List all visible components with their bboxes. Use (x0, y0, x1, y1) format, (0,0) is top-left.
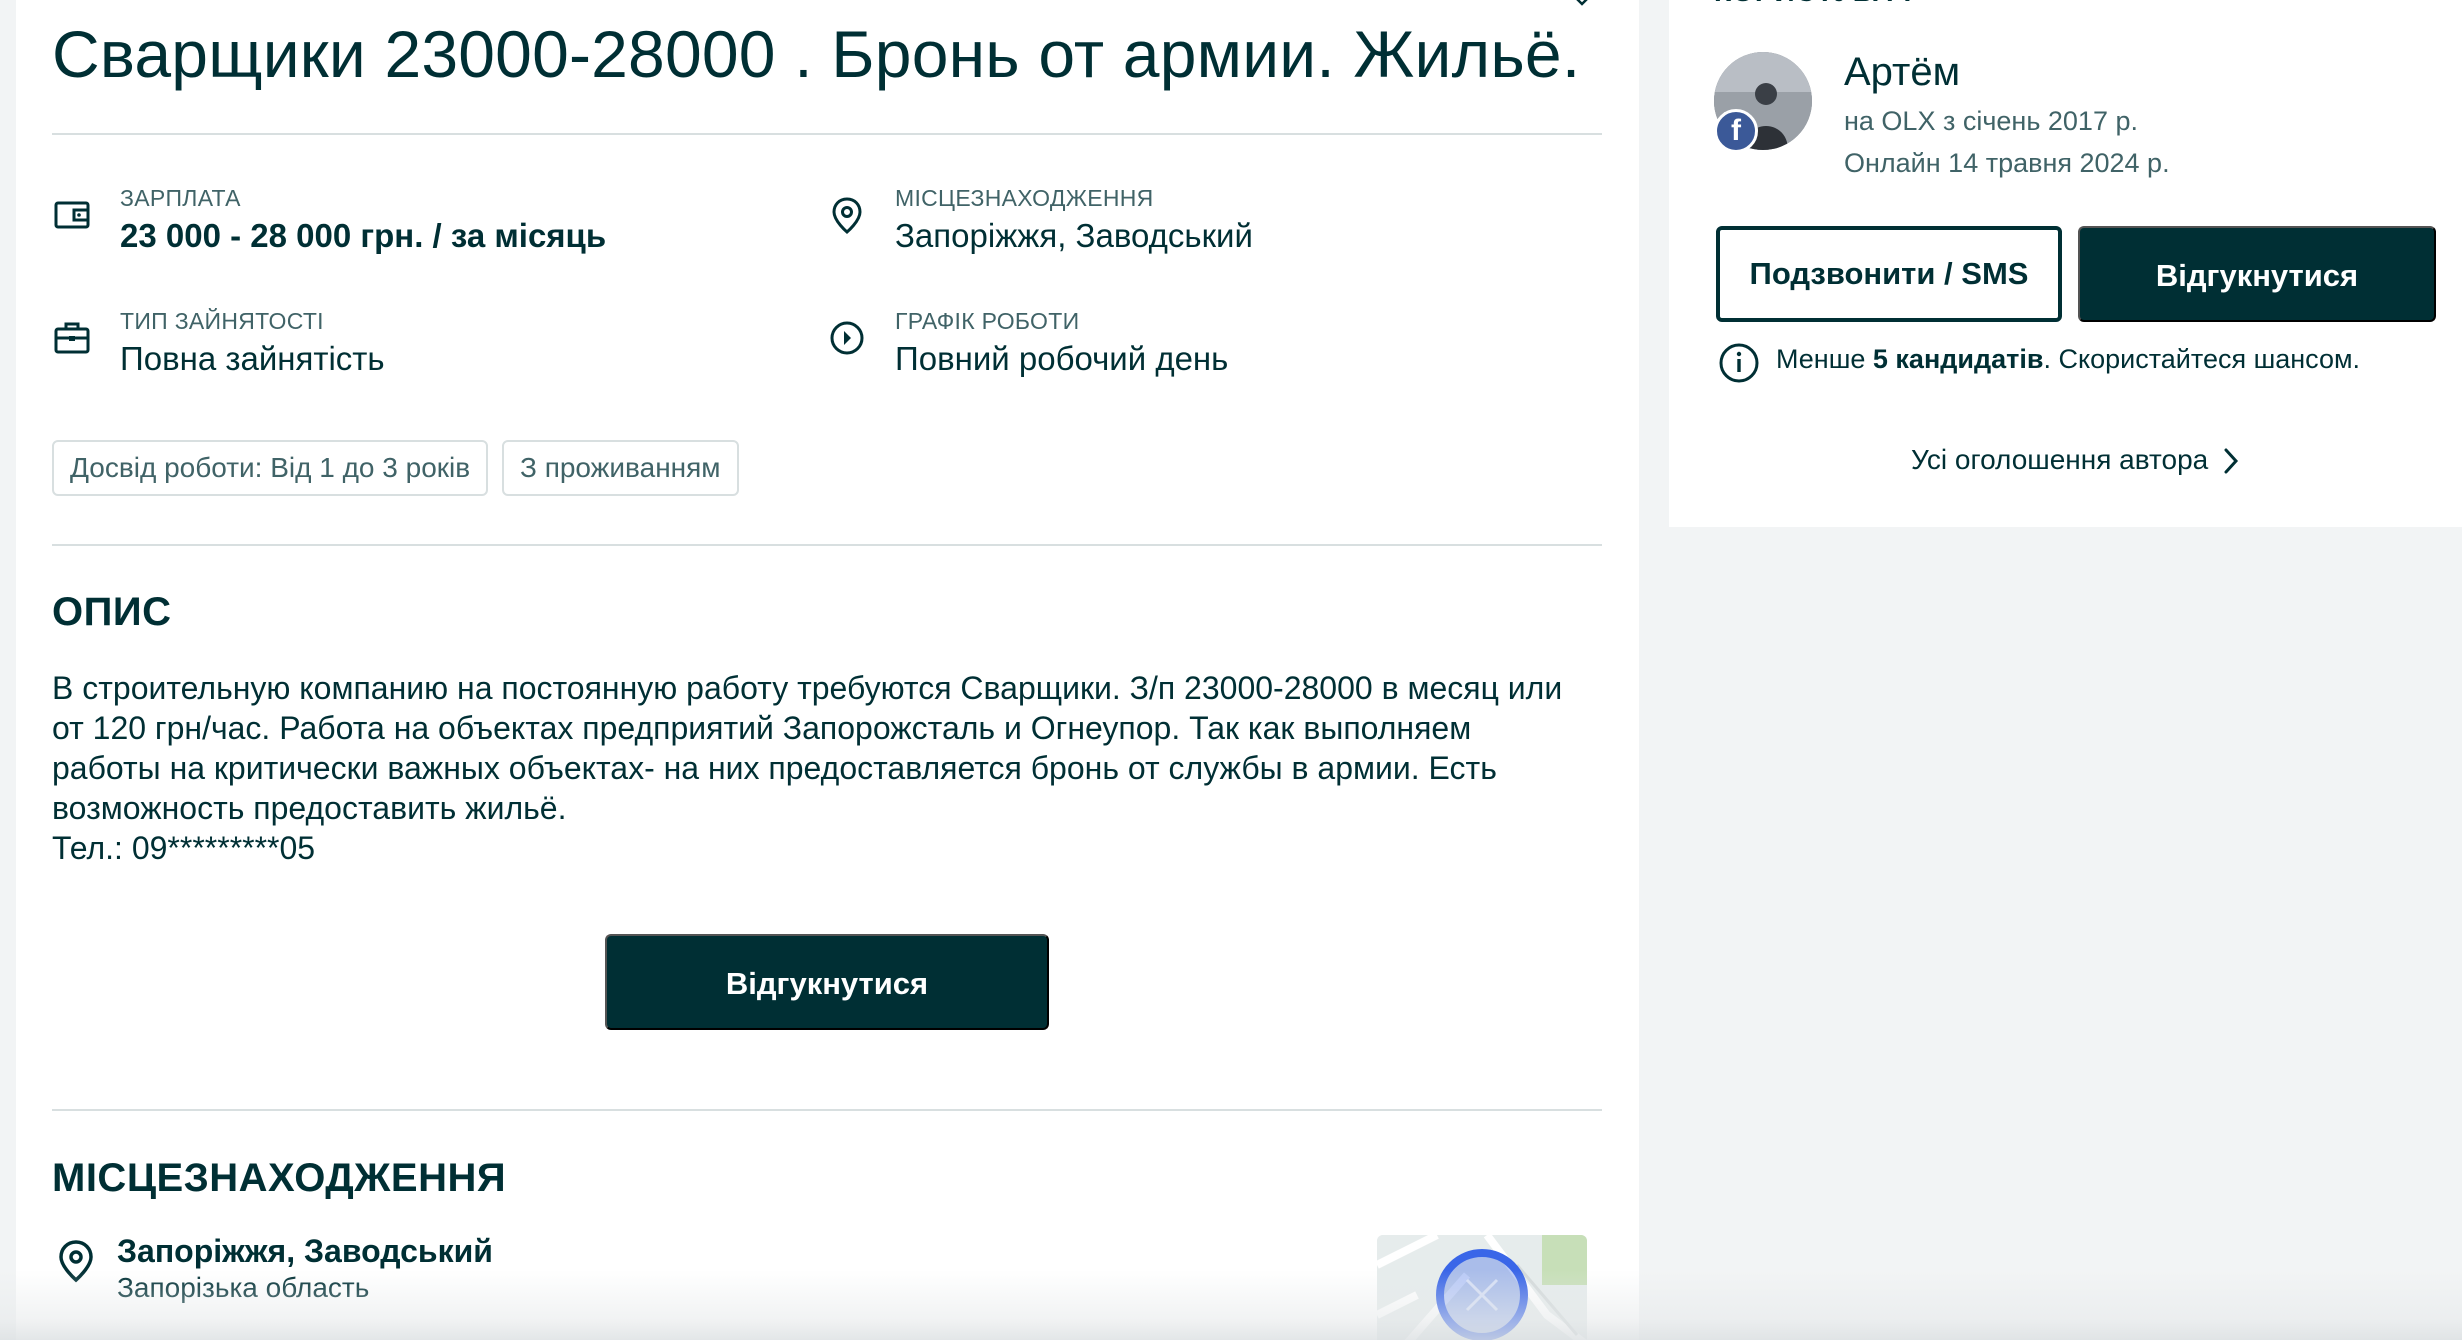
user-section-heading: КОРИСТУВАЧ (1714, 0, 1912, 8)
location-region: Запорізька область (117, 1272, 370, 1303)
ad-title: Сварщики 23000-28000 . Бронь от армии. Ж… (52, 17, 1581, 91)
all-ads-link[interactable]: Усі оголошення автора (1911, 444, 2208, 476)
description-line: возможность предоставить жильё. (52, 790, 567, 826)
location-city: Запоріжжя, Заводський (117, 1233, 493, 1269)
description-line: В строительную компанию на постоянную ра… (52, 670, 1563, 706)
chevron-right-icon[interactable] (2222, 447, 2240, 475)
param-value: Запоріжжя, Заводський (895, 217, 1253, 254)
call-sms-button[interactable]: Подзвонити / SMS (1716, 226, 2062, 322)
chevron-down-icon[interactable] (1573, 0, 1591, 6)
description-text: В строительную компанию на постоянную ра… (52, 668, 1612, 868)
param-label: ЗАРПЛАТА (120, 185, 241, 211)
description-heading: ОПИС (52, 590, 172, 634)
map-graphic (1377, 1235, 1587, 1340)
user-since: на OLX з січень 2017 р. (1844, 106, 2138, 136)
candidates-count: 5 кандидатів (1872, 344, 2044, 374)
description-line: работы на критически важных объектах- на… (52, 750, 1497, 786)
map-thumbnail[interactable] (1377, 1235, 1587, 1340)
param-value: Повна зайнятість (120, 340, 385, 377)
user-online-status: Онлайн 14 травня 2024 р. (1844, 148, 2170, 178)
candidates-suffix: . Скористайтеся шансом. (2043, 344, 2361, 374)
apply-button[interactable]: Відгукнутися (605, 934, 1049, 1030)
divider (52, 133, 1602, 135)
tag-housing: З проживанням (502, 440, 739, 496)
divider (52, 1109, 1602, 1111)
param-label: ГРАФІК РОБОТИ (895, 308, 1080, 334)
param-value: Повний робочий день (895, 340, 1229, 377)
wallet-icon (54, 201, 90, 229)
tag-experience: Досвід роботи: Від 1 до 3 років (52, 440, 489, 496)
candidates-prefix: Менше (1776, 344, 1873, 374)
clock-icon (830, 321, 864, 355)
param-label: МІСЦЕЗНАХОДЖЕННЯ (895, 185, 1154, 211)
apply-button-side[interactable]: Відгукнутися (2078, 226, 2436, 322)
location-pin-icon (59, 1240, 93, 1283)
location-pin-icon (832, 197, 862, 234)
facebook-icon: f (1714, 109, 1758, 153)
candidates-note: Менше 5 кандидатів. Скористайтеся шансом… (1776, 344, 2360, 375)
user-name[interactable]: Артём (1844, 50, 1960, 95)
description-line: от 120 грн/час. Работа на объектах предп… (52, 710, 1472, 746)
divider (52, 544, 1602, 546)
info-icon (1719, 343, 1759, 383)
param-label: ТИП ЗАЙНЯТОСТІ (120, 308, 324, 334)
description-phone: Тел.: 09*********05 (52, 830, 316, 866)
param-value: 23 000 - 28 000 грн. / за місяць (120, 217, 607, 254)
briefcase-icon (54, 322, 90, 354)
location-heading: МІСЦЕЗНАХОДЖЕННЯ (52, 1156, 507, 1200)
